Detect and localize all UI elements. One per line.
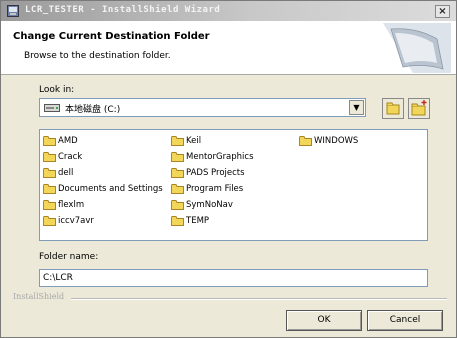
look-in-value: 本地磁盘 (C:) xyxy=(65,105,121,115)
page-title: Change Current Destination Folder xyxy=(13,31,210,42)
folder-icon xyxy=(171,152,184,162)
installshield-dialog: LCR_TESTER - InstallShield Wizard × Chan… xyxy=(0,0,457,338)
folder-icon xyxy=(43,136,56,146)
close-button[interactable]: × xyxy=(435,5,450,18)
folder-name: Crack xyxy=(58,152,83,162)
ok-button[interactable]: OK xyxy=(286,310,362,331)
cancel-button[interactable]: Cancel xyxy=(367,310,443,331)
divider xyxy=(71,298,447,300)
folder-icon xyxy=(171,200,184,210)
folder-icon xyxy=(43,216,56,226)
new-folder-icon xyxy=(411,100,427,116)
up-one-level-button[interactable] xyxy=(382,98,404,119)
folder-icon xyxy=(43,184,56,194)
folder-name: WINDOWS xyxy=(314,136,359,146)
folder-name-label: Folder name: xyxy=(39,252,99,262)
folder-icon xyxy=(299,136,312,146)
folder-name: flexlm xyxy=(58,200,85,210)
folder-name-field[interactable]: C:\LCR xyxy=(39,269,428,287)
chevron-down-icon[interactable]: ▼ xyxy=(349,100,364,115)
new-folder-button[interactable] xyxy=(408,98,430,119)
folder-name: SymNoNav xyxy=(186,200,233,210)
folder-icon xyxy=(171,216,184,226)
folder-list[interactable]: AMD Crack dell Documents and Settings fl… xyxy=(39,129,428,241)
folder-name: dell xyxy=(58,168,74,178)
folder-icon xyxy=(171,184,184,194)
installshield-brand: InstallShield xyxy=(13,292,65,301)
folder-name: iccv7avr xyxy=(58,216,94,226)
up-one-level-icon xyxy=(386,102,400,115)
header-graphic-icon xyxy=(383,23,451,73)
folder-name: AMD xyxy=(58,136,78,146)
installer-icon xyxy=(7,5,19,17)
folder-icon xyxy=(43,152,56,162)
drive-icon xyxy=(44,104,60,112)
brand-separator: InstallShield xyxy=(1,292,456,304)
folder-name: Program Files xyxy=(186,184,244,194)
folder-icon xyxy=(171,168,184,178)
folder-name: Documents and Settings xyxy=(58,184,163,194)
wizard-header: Change Current Destination Folder Browse… xyxy=(1,21,456,75)
title-bar[interactable]: LCR_TESTER - InstallShield Wizard × xyxy=(1,1,456,21)
window-title: LCR_TESTER - InstallShield Wizard xyxy=(25,5,221,15)
folder-icon xyxy=(43,200,56,210)
page-subtitle: Browse to the destination folder. xyxy=(24,51,171,61)
look-in-label: Look in: xyxy=(39,85,75,95)
folder-name: MentorGraphics xyxy=(186,152,254,162)
folder-name: PADS Projects xyxy=(186,168,245,178)
folder-name: Keil xyxy=(186,136,202,146)
look-in-dropdown[interactable]: 本地磁盘 (C:) ▼ xyxy=(39,98,366,117)
folder-icon xyxy=(171,136,184,146)
folder-icon xyxy=(43,168,56,178)
folder-name: TEMP xyxy=(186,216,210,226)
